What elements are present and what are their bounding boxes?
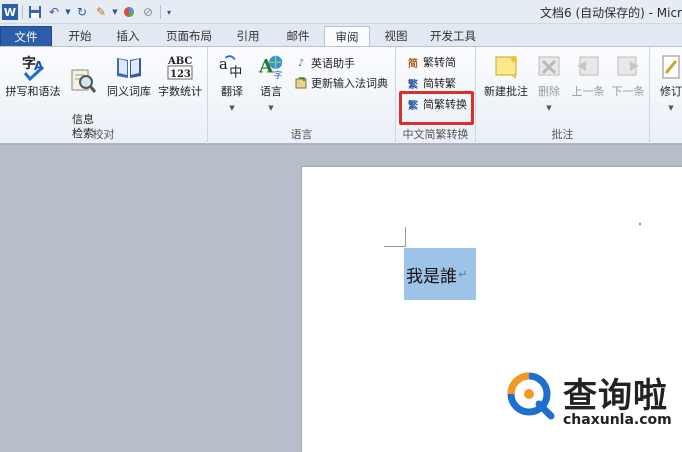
track-changes-icon <box>657 53 682 81</box>
svg-text:ABC: ABC <box>167 56 192 67</box>
dropdown-arrow-icon[interactable]: ▼ <box>65 4 71 20</box>
track-changes-button[interactable]: 修订 ▼ <box>656 53 682 115</box>
simp-to-trad-icon: 繁 <box>408 79 418 91</box>
delete-comment-icon <box>535 53 563 81</box>
new-comment-label: 新建批注 <box>484 85 528 98</box>
selected-text[interactable]: 我是誰 ↵ <box>404 248 476 300</box>
group-comments: 新建批注 删除 ▼ 上一条 下一条 批注 <box>476 47 650 144</box>
english-assistant-label: 英语助手 <box>311 57 355 70</box>
highlight-annotation-box <box>399 91 474 125</box>
separator <box>160 5 161 19</box>
spelling-grammar-button[interactable]: 字A 拼写和语法 <box>2 53 64 99</box>
customize-toolbar-icon[interactable]: ▾ <box>165 4 173 20</box>
separator <box>22 5 23 19</box>
selected-text-content: 我是誰 <box>406 266 457 287</box>
margin-corner-mark <box>384 246 406 247</box>
update-ime-dictionary-label: 更新输入法词典 <box>311 77 388 90</box>
abc-123-icon: ABC 123 <box>166 53 194 81</box>
translate-icon: a中 <box>218 53 246 81</box>
research-magnifier-icon <box>69 67 97 95</box>
undo-icon[interactable]: ↶ <box>46 4 62 20</box>
group-label-chinese-conversion: 中文简繁转换 <box>402 128 469 141</box>
simplified-to-traditional-label: 简转繁 <box>423 77 456 90</box>
dictionary-update-icon <box>294 76 308 90</box>
next-comment-icon <box>614 53 642 81</box>
dropdown-arrow-icon: ▼ <box>668 104 674 112</box>
new-comment-button[interactable]: 新建批注 <box>480 53 532 99</box>
book-icon <box>115 53 143 81</box>
translate-button[interactable]: a中 翻译 ▼ <box>212 53 252 115</box>
new-comment-icon <box>492 53 520 81</box>
title-bar: W ↶ ▼ ↻ ✎ ▼ ⊘ ▾ 文档6 (自动保存的) - Micro <box>0 0 682 24</box>
dropdown-arrow-icon: ▼ <box>268 104 274 112</box>
globe-language-icon: A字 <box>257 53 285 81</box>
paragraph-mark: ↵ <box>458 267 468 281</box>
group-label-comments: 批注 <box>551 128 574 141</box>
next-comment-button[interactable]: 下一条 <box>608 53 648 99</box>
translate-label: 翻译 <box>221 85 243 98</box>
svg-text:123: 123 <box>170 69 191 80</box>
margin-corner-mark <box>405 227 406 247</box>
group-label-proofing: 校对 <box>92 128 115 141</box>
dropdown-arrow-icon: ▼ <box>229 104 235 112</box>
thesaurus-label: 同义词库 <box>107 85 151 98</box>
format-painter-icon[interactable]: ✎ <box>93 4 109 20</box>
watermark-logo-icon <box>507 372 555 420</box>
tab-page-layout[interactable]: 页面布局 <box>160 26 218 47</box>
traditional-to-simplified-label: 繁转简 <box>423 56 456 69</box>
language-label: 语言 <box>260 85 282 98</box>
svg-text:中: 中 <box>229 65 242 80</box>
delete-comment-label: 删除 <box>538 85 560 98</box>
ribbon: 字A 拼写和语法 信息 检索 同义词库 ABC 123 字数统计 校对 a 中 … <box>0 46 682 144</box>
tab-mailings[interactable]: 邮件 <box>280 26 316 47</box>
margin-dot <box>639 223 641 225</box>
svg-text:字: 字 <box>274 70 282 80</box>
dropdown-arrow-icon[interactable]: ▼ <box>112 4 118 20</box>
dropdown-arrow-icon: ▼ <box>546 104 552 112</box>
watermark-title: 查询啦 <box>563 376 668 416</box>
ribbon-tab-row: 文件 开始 插入 页面布局 引用 邮件 审阅 视图 开发工具 <box>0 24 682 48</box>
update-ime-dictionary-button[interactable]: 更新输入法词典 <box>294 75 388 91</box>
traditional-to-simplified-button[interactable]: 简 繁转简 <box>406 54 456 70</box>
word-app-icon[interactable]: W <box>2 4 18 20</box>
tab-file[interactable]: 文件 <box>0 26 52 47</box>
tab-insert[interactable]: 插入 <box>110 26 146 47</box>
tab-references[interactable]: 引用 <box>230 26 266 47</box>
group-label-language: 语言 <box>290 128 313 141</box>
previous-comment-label: 上一条 <box>571 85 605 98</box>
spelling-grammar-label: 拼写和语法 <box>5 85 61 98</box>
spelling-check-icon: 字A <box>19 53 47 81</box>
window-title: 文档6 (自动保存的) - Micro <box>540 6 682 20</box>
word-count-label: 字数统计 <box>158 85 202 98</box>
simplified-to-traditional-button[interactable]: 繁 简转繁 <box>406 75 456 91</box>
language-button[interactable]: A字 语言 ▼ <box>252 53 290 115</box>
watermark-url: chaxunla.com <box>563 412 672 428</box>
watermark: 查询啦 chaxunla.com <box>505 368 682 452</box>
color-wheel-icon[interactable] <box>121 4 137 20</box>
trad-to-simp-icon: 简 <box>408 58 418 70</box>
group-proofing: 字A 拼写和语法 信息 检索 同义词库 ABC 123 字数统计 校对 <box>0 47 208 144</box>
redo-icon[interactable]: ↻ <box>74 4 90 20</box>
english-assistant-icon: ♪ <box>297 57 305 69</box>
previous-comment-button[interactable]: 上一条 <box>568 53 608 99</box>
previous-comment-icon <box>574 53 602 81</box>
group-language: a中 翻译 ▼ A字 语言 ▼ ♪ 英语助手 更新输入法词典 语言 <box>208 47 396 144</box>
thesaurus-button[interactable]: 同义词库 <box>104 53 154 99</box>
no-format-icon[interactable]: ⊘ <box>140 4 156 20</box>
tab-home[interactable]: 开始 <box>62 26 98 47</box>
delete-comment-button[interactable]: 删除 ▼ <box>534 53 564 115</box>
tab-view[interactable]: 视图 <box>378 26 414 47</box>
next-comment-label: 下一条 <box>611 85 645 98</box>
tab-review[interactable]: 审阅 <box>324 26 370 48</box>
english-assistant-button[interactable]: ♪ 英语助手 <box>294 55 355 71</box>
group-tracking: 修订 ▼ <box>650 47 682 144</box>
track-changes-label: 修订 <box>660 85 682 98</box>
save-icon[interactable] <box>27 4 43 20</box>
word-count-button[interactable]: ABC 123 字数统计 <box>154 53 206 99</box>
tab-developer[interactable]: 开发工具 <box>424 26 482 47</box>
quick-access-toolbar: W ↶ ▼ ↻ ✎ ▼ ⊘ ▾ <box>2 3 173 21</box>
